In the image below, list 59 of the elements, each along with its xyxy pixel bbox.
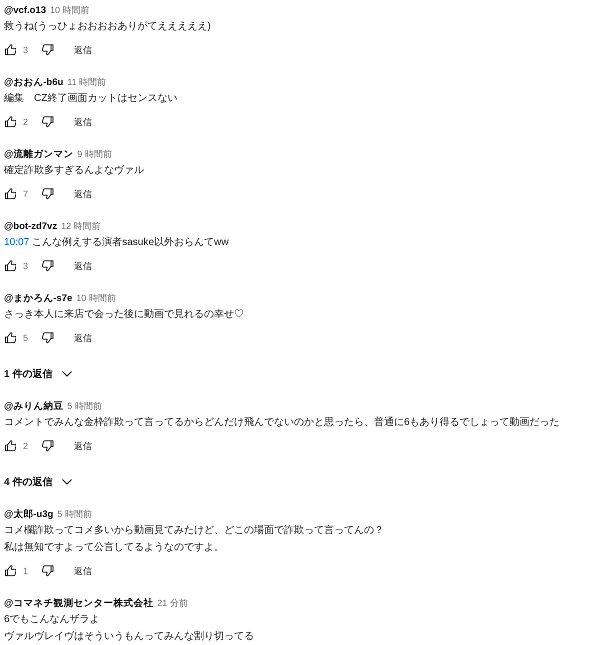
timestamp-link[interactable]: 10:07 xyxy=(4,237,30,248)
thumbs-up-icon[interactable] xyxy=(4,44,16,56)
comment-text: 編集 CZ終了画面カットはセンスない xyxy=(4,92,178,106)
reply-button[interactable]: 返信 xyxy=(74,186,92,202)
author-name[interactable]: @おおん-b6u xyxy=(4,76,64,88)
comment-text: コメ欄詐欺ってコメ多いから動画見てみたけど、どこの場面で詐欺って言ってんの？ xyxy=(4,524,385,538)
comment-text: コメントでみんな金枠詐欺って言ってるからどんだけ飛んでないのかと思ったら、普通に6もあり得るでしょって動画だった xyxy=(4,416,561,430)
comment-time[interactable]: 5 時間前 xyxy=(67,400,102,412)
author-name[interactable]: @みりん納豆 xyxy=(4,400,64,412)
thumbs-down-icon[interactable] xyxy=(42,565,53,577)
comment-text: 10:07 こんな例えする演者sasuke以外おらんてww xyxy=(4,236,230,250)
thumbs-down-icon[interactable] xyxy=(42,188,53,200)
like-count: 2 xyxy=(23,441,29,451)
like-count: 5 xyxy=(23,333,29,343)
thumbs-up-icon[interactable] xyxy=(4,188,16,200)
thumbs-up-icon[interactable] xyxy=(4,440,16,452)
chevron-down-icon xyxy=(62,371,72,377)
reply-button[interactable]: 返信 xyxy=(74,438,92,454)
comment-time[interactable]: 9 時間前 xyxy=(77,148,112,160)
thumbs-down-icon[interactable] xyxy=(42,260,53,272)
comment-text: さっき本人に来店で会った後に動画で見れるの幸せ♡ xyxy=(4,308,245,322)
thumbs-down-icon[interactable] xyxy=(42,332,53,344)
reply-button[interactable]: 返信 xyxy=(74,258,92,274)
author-name[interactable]: @vcf.o13 xyxy=(4,4,46,16)
comment-time[interactable]: 10 時間前 xyxy=(50,4,90,16)
thumbs-up-icon[interactable] xyxy=(4,565,16,577)
thumbs-up-icon[interactable] xyxy=(4,332,16,344)
comment-time[interactable]: 11 時間前 xyxy=(67,76,106,88)
reply-button[interactable]: 返信 xyxy=(74,42,92,58)
comment-text: 救うね(うっひょおおおおありがてえええええ) xyxy=(4,20,212,34)
like-count: 2 xyxy=(23,117,29,127)
like-count: 3 xyxy=(23,261,29,271)
thumbs-down-icon[interactable] xyxy=(42,440,53,452)
author-name[interactable]: @流離ガンマン xyxy=(4,148,74,160)
comment-text: 私は無知ですよって公言してるようなのですよ。 xyxy=(4,540,225,555)
chevron-down-icon xyxy=(62,479,72,485)
thumbs-down-icon[interactable] xyxy=(42,116,53,128)
comment-time[interactable]: 10 時間前 xyxy=(76,292,116,304)
author-name[interactable]: @まかろん-s7e xyxy=(4,292,72,304)
comment-text: ヴァルヴレイヴはそういうもんってみんな割り切ってる xyxy=(4,630,255,644)
comment-time[interactable]: 12 時間前 xyxy=(61,220,101,232)
comment-time[interactable]: 5 時間前 xyxy=(57,508,92,520)
comment-text: 6でもこんなんザラよ xyxy=(4,613,101,627)
comment-text: 確定詐欺多すぎるんよなヴァル xyxy=(4,164,145,178)
reply-button[interactable]: 返信 xyxy=(74,562,92,580)
replies-toggle-button[interactable]: 4 件の返信 xyxy=(4,470,72,494)
like-count: 7 xyxy=(23,189,29,199)
thumbs-up-icon[interactable] xyxy=(4,116,16,128)
author-name[interactable]: @bot-zd7vz xyxy=(4,220,58,232)
thumbs-down-icon[interactable] xyxy=(42,44,53,56)
thumbs-up-icon[interactable] xyxy=(4,260,16,272)
reply-button[interactable]: 返信 xyxy=(74,330,92,346)
reply-button[interactable]: 返信 xyxy=(74,114,92,130)
replies-toggle-button[interactable]: 1 件の返信 xyxy=(4,362,72,386)
like-count: 1 xyxy=(23,566,29,576)
comment-time[interactable]: 21 分前 xyxy=(157,596,188,610)
author-name[interactable]: @太郎-u3g xyxy=(4,508,54,520)
like-count: 3 xyxy=(23,45,29,55)
author-name[interactable]: @コマネチ観測センター株式会社 xyxy=(4,596,154,610)
